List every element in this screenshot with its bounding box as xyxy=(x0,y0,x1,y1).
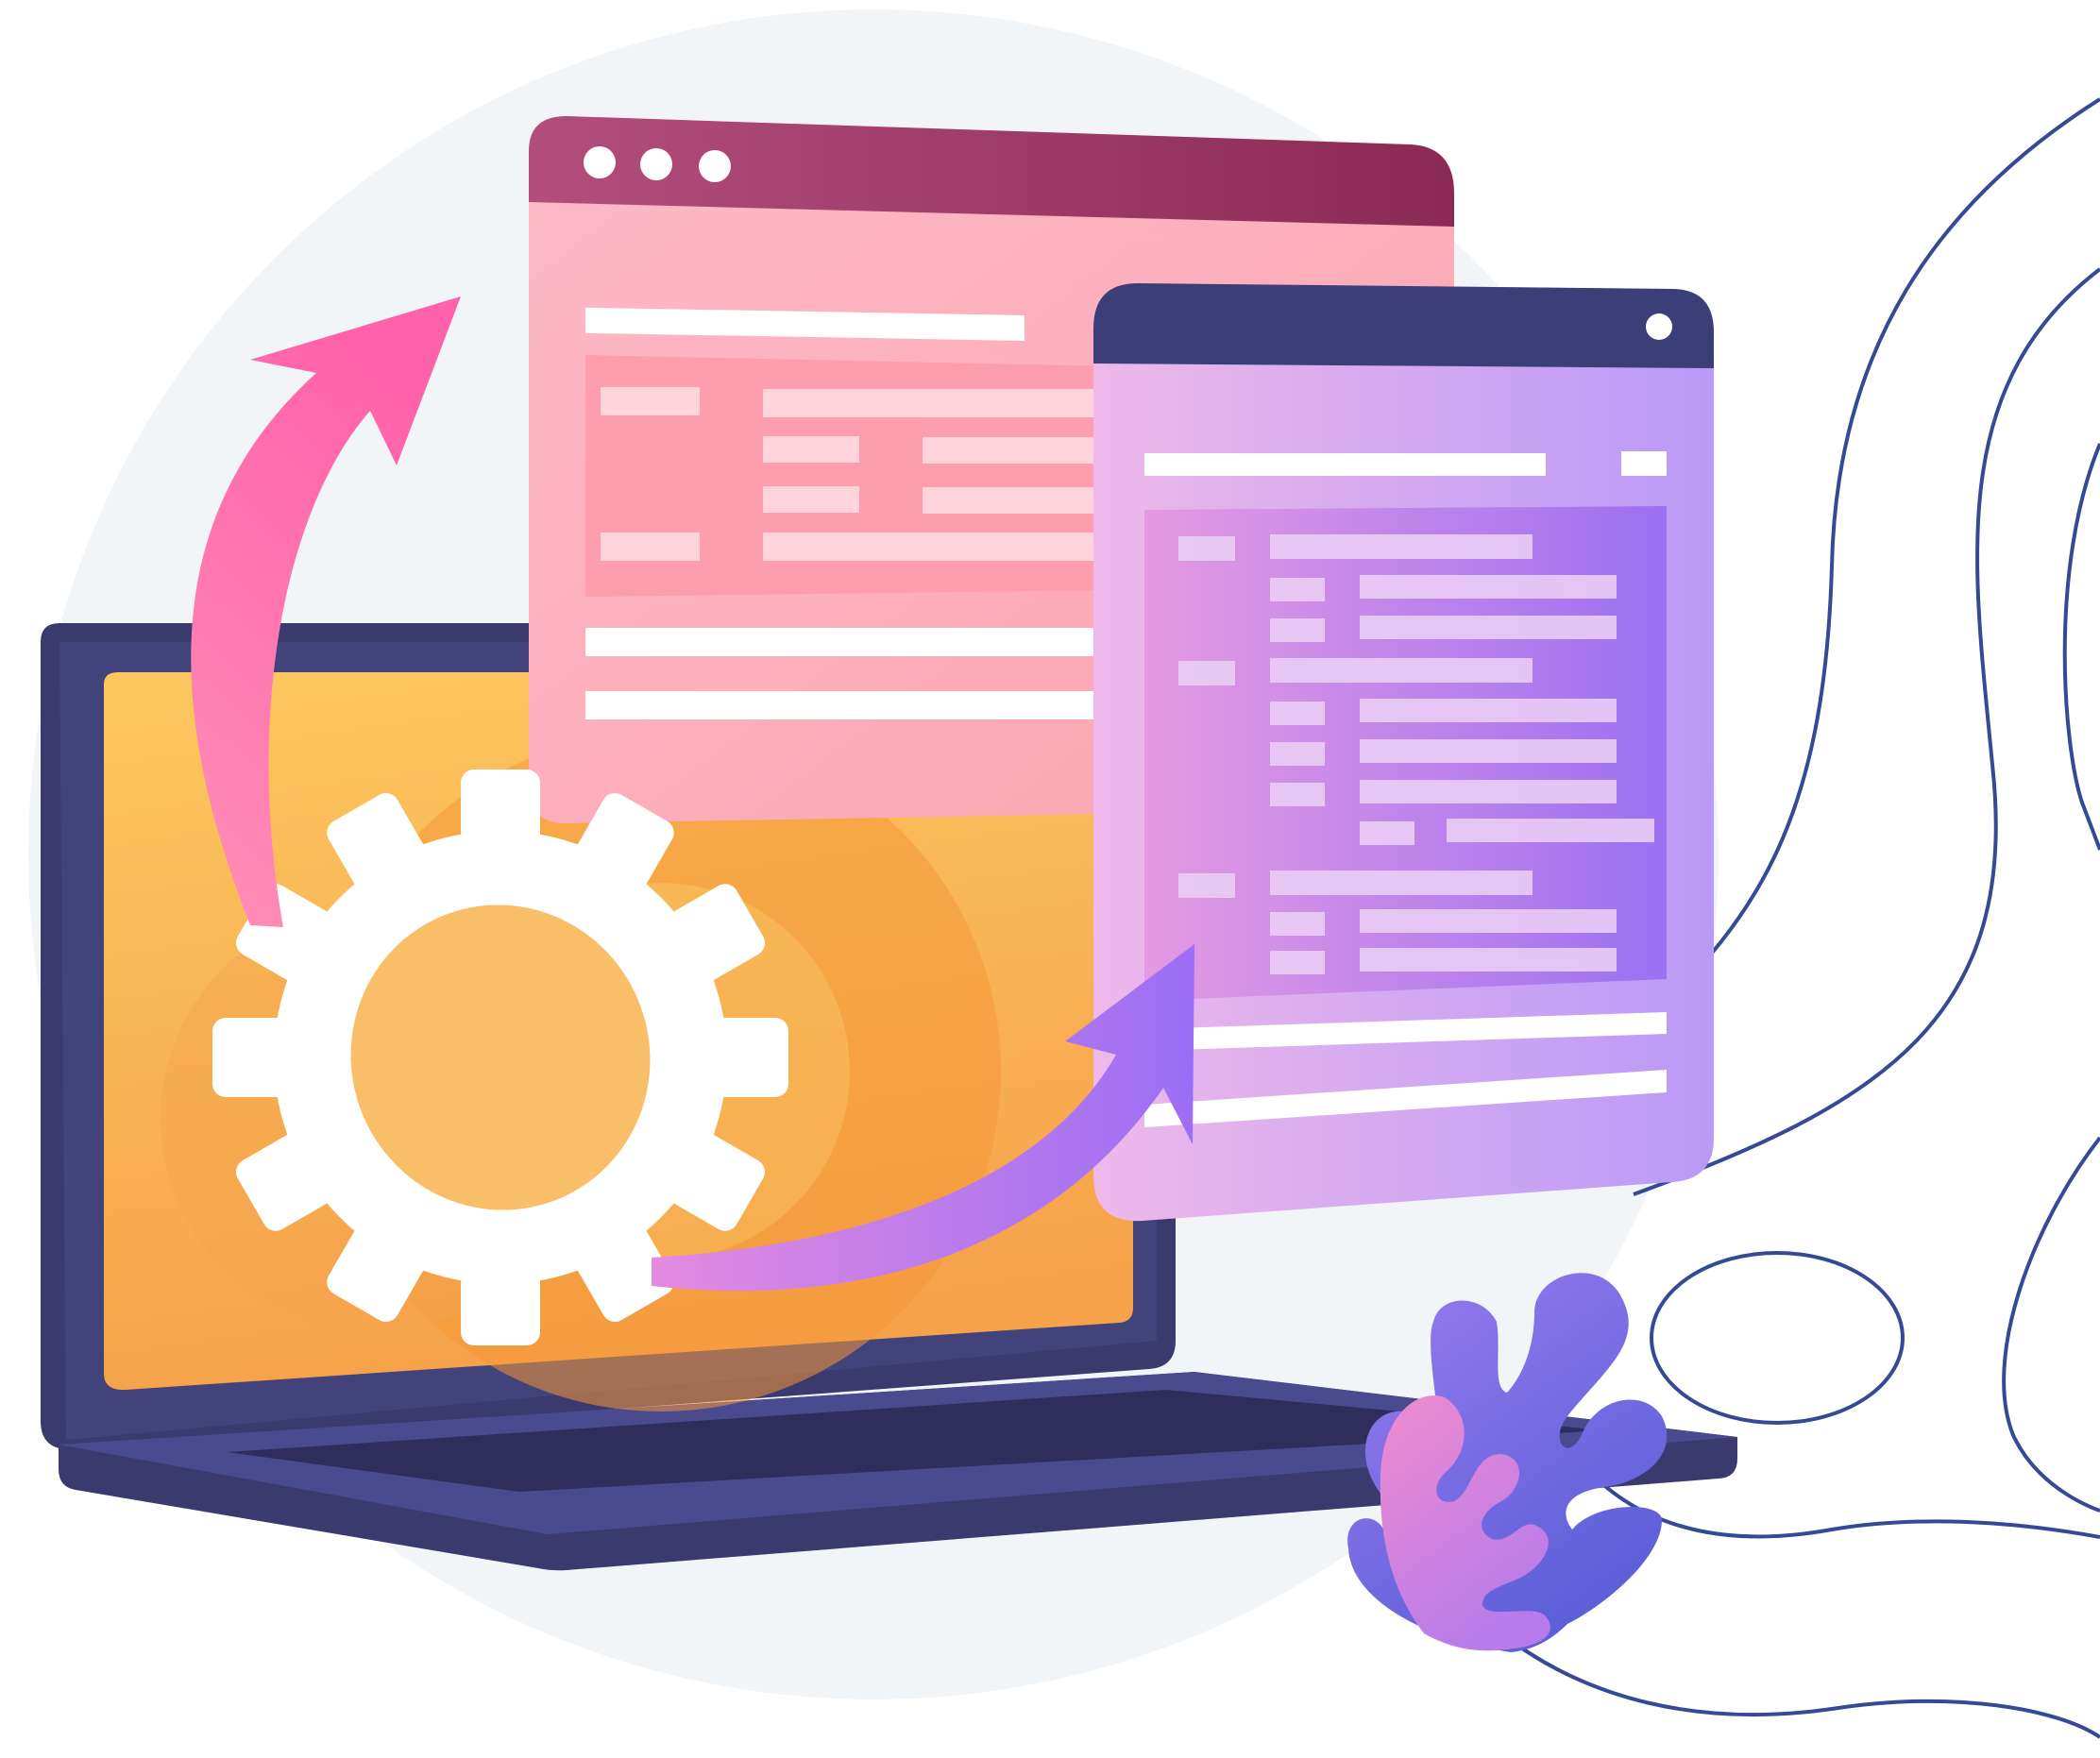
outline-ellipse xyxy=(1650,1251,1905,1425)
purple-title-tag xyxy=(1621,451,1667,476)
purple-window-titlebar xyxy=(1093,283,1714,368)
illustration-canvas xyxy=(28,9,2100,1739)
window-dot-icon xyxy=(1646,313,1672,340)
pink-line-1 xyxy=(585,628,1114,656)
purple-title-line xyxy=(1144,453,1546,476)
pink-line-2 xyxy=(585,691,1114,719)
window-dots-icon xyxy=(584,146,731,182)
